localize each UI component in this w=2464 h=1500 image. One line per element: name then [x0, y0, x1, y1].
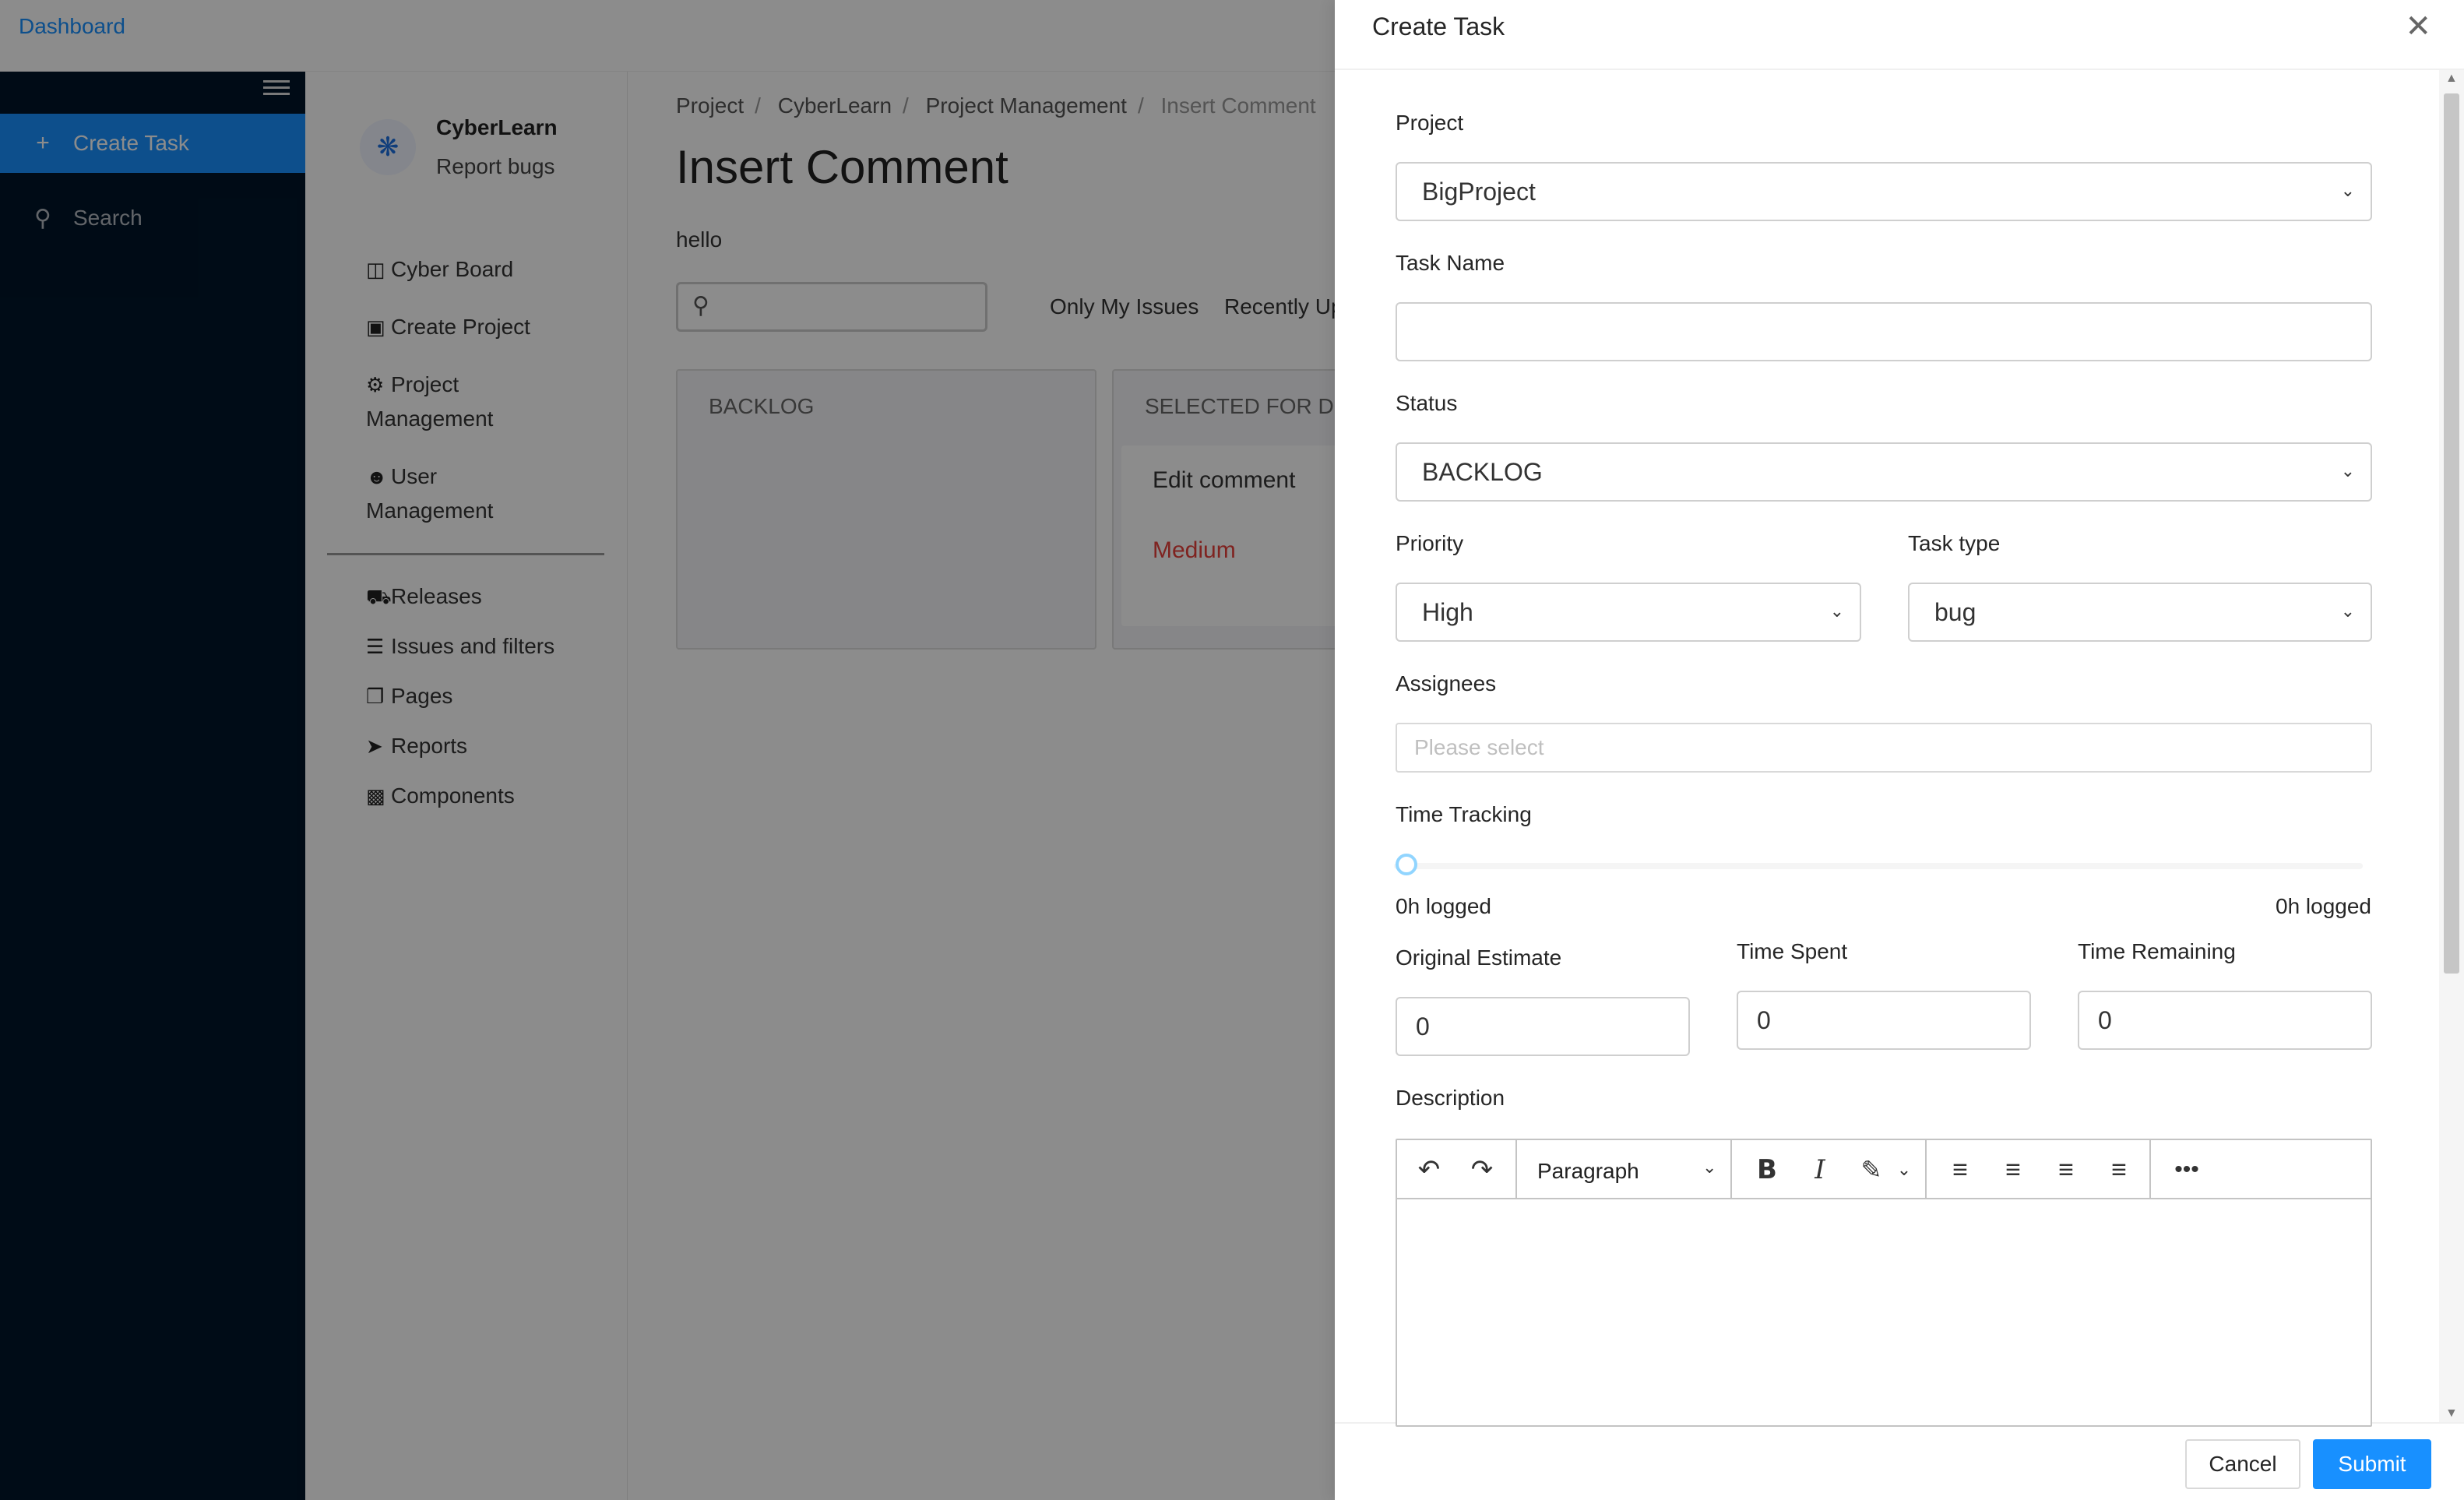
toolbar-divider — [1730, 1140, 1732, 1199]
time-remaining-label: Time Remaining — [2078, 939, 2236, 963]
description-editor: ↶ ↷ Paragraph ⌄ B I ✎ ⌄ ≡ ≡ ≡ ≡ ••• — [1396, 1139, 2372, 1427]
priority-select[interactable]: High ⌄ — [1396, 583, 1861, 642]
assignees-multiselect[interactable]: Please select — [1396, 723, 2372, 773]
italic-icon[interactable]: I — [1802, 1151, 1838, 1188]
time-tracking-slider[interactable] — [1394, 863, 2363, 869]
task-name-input[interactable] — [1396, 302, 2372, 361]
highlighter-icon[interactable]: ✎ — [1852, 1151, 1891, 1188]
priority-label: Priority — [1396, 531, 1464, 555]
close-icon[interactable]: ✕ — [2405, 11, 2431, 42]
toolbar-divider — [1515, 1140, 1517, 1199]
chevron-down-icon[interactable]: ⌄ — [1702, 1157, 1716, 1178]
status-label: Status — [1396, 391, 1458, 415]
slider-handle[interactable] — [1396, 854, 1417, 875]
task-type-label: Task type — [1908, 531, 2001, 555]
time-spent-label: Time Spent — [1737, 939, 1848, 963]
editor-toolbar: ↶ ↷ Paragraph ⌄ B I ✎ ⌄ ≡ ≡ ≡ ≡ ••• — [1397, 1140, 2371, 1199]
time-tracking-label: Time Tracking — [1396, 802, 1532, 826]
logged-left-text: 0h logged — [1396, 894, 1492, 918]
scroll-down-icon[interactable]: ▼ — [2445, 1407, 2458, 1421]
scroll-up-icon[interactable]: ▲ — [2445, 72, 2458, 86]
scrollbar-thumb[interactable] — [2444, 93, 2459, 974]
task-type-select[interactable]: bug ⌄ — [1908, 583, 2372, 642]
assignees-label: Assignees — [1396, 671, 1497, 695]
chevron-down-icon[interactable]: ⌄ — [1892, 1151, 1916, 1188]
time-spent-input[interactable]: 0 — [1737, 991, 2031, 1050]
chevron-down-icon: ⌄ — [2340, 601, 2355, 621]
status-select[interactable]: BACKLOG ⌄ — [1396, 442, 2372, 502]
toolbar-divider — [1925, 1140, 1927, 1199]
block-format-dropdown[interactable]: Paragraph — [1537, 1159, 1639, 1184]
toolbar-divider — [2149, 1140, 2151, 1199]
logged-right-text: 0h logged — [2276, 894, 2372, 918]
project-select[interactable]: BigProject ⌄ — [1396, 162, 2372, 221]
drawer-scrollbar[interactable]: ▲ ▼ — [2439, 70, 2464, 1422]
drawer-title: Create Task — [1372, 12, 1505, 40]
description-label: Description — [1396, 1086, 1505, 1110]
drawer-footer: Cancel Submit — [1335, 1422, 2464, 1500]
align-center-icon[interactable]: ≡ — [1995, 1151, 2031, 1188]
task-name-label: Task Name — [1396, 251, 1505, 275]
align-justify-icon[interactable]: ≡ — [2101, 1151, 2137, 1188]
more-options-icon[interactable]: ••• — [2165, 1151, 2209, 1188]
original-estimate-label: Original Estimate — [1396, 945, 1562, 970]
drawer-header: Create Task ✕ — [1335, 0, 2464, 70]
align-right-icon[interactable]: ≡ — [2048, 1151, 2084, 1188]
chevron-down-icon: ⌄ — [1829, 601, 1844, 621]
original-estimate-input[interactable]: 0 — [1396, 997, 1690, 1056]
align-left-icon[interactable]: ≡ — [1942, 1151, 1978, 1188]
editor-content-area[interactable] — [1397, 1199, 2371, 1425]
redo-icon[interactable]: ↷ — [1464, 1151, 1500, 1188]
submit-button[interactable]: Submit — [2313, 1439, 2431, 1489]
project-label: Project — [1396, 111, 1464, 135]
chevron-down-icon: ⌄ — [2340, 461, 2355, 481]
cancel-button[interactable]: Cancel — [2185, 1439, 2300, 1489]
time-remaining-input[interactable]: 0 — [2078, 991, 2372, 1050]
undo-icon[interactable]: ↶ — [1411, 1151, 1447, 1188]
chevron-down-icon: ⌄ — [2340, 181, 2355, 200]
bold-icon[interactable]: B — [1749, 1151, 1785, 1188]
